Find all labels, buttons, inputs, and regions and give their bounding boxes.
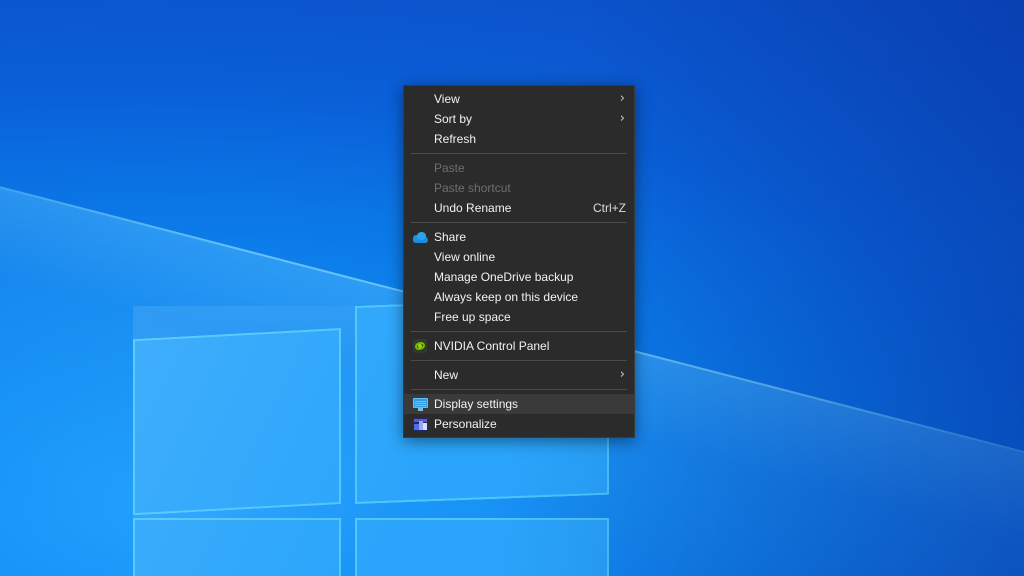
menu-item-icon-placeholder	[412, 91, 428, 107]
nvidia-icon	[412, 338, 428, 354]
chevron-right-icon: ›	[619, 367, 625, 382]
menu-item-label: Free up space	[434, 310, 511, 324]
menu-item-manage-onedrive-backup[interactable]: Manage OneDrive backup	[404, 267, 634, 287]
menu-item-label: Share	[434, 230, 467, 244]
personalize-icon	[412, 416, 428, 432]
menu-separator	[411, 153, 627, 154]
menu-item-share[interactable]: Share	[404, 227, 634, 247]
menu-item-label: Manage OneDrive backup	[434, 270, 574, 284]
menu-item-icon-placeholder	[412, 249, 428, 265]
menu-item-icon-placeholder	[412, 160, 428, 176]
menu-item-label: Undo Rename	[434, 201, 512, 215]
menu-item-display-settings[interactable]: Display settings	[404, 394, 634, 414]
menu-item-label: Sort by	[434, 112, 473, 126]
menu-item-icon-placeholder	[412, 131, 428, 147]
menu-item-undo-rename[interactable]: Undo Rename Ctrl+Z	[404, 198, 634, 218]
menu-item-label: View online	[434, 250, 496, 264]
menu-item-icon-placeholder	[412, 269, 428, 285]
menu-item-sort-by[interactable]: Sort by ›	[404, 109, 634, 129]
menu-item-new[interactable]: New ›	[404, 365, 634, 385]
menu-separator	[411, 360, 627, 361]
menu-separator	[411, 222, 627, 223]
menu-item-nvidia-control-panel[interactable]: NVIDIA Control Panel	[404, 336, 634, 356]
onedrive-cloud-icon	[412, 229, 428, 245]
menu-item-personalize[interactable]: Personalize	[404, 414, 634, 434]
menu-separator	[411, 389, 627, 390]
menu-item-label: NVIDIA Control Panel	[434, 339, 550, 353]
menu-item-icon-placeholder	[412, 200, 428, 216]
menu-separator	[411, 331, 627, 332]
monitor-icon	[412, 396, 428, 412]
menu-item-icon-placeholder	[412, 111, 428, 127]
menu-item-icon-placeholder	[412, 367, 428, 383]
menu-item-shortcut: Ctrl+Z	[593, 201, 626, 215]
menu-item-icon-placeholder	[412, 309, 428, 325]
chevron-right-icon: ›	[619, 111, 625, 126]
menu-item-label: Personalize	[434, 417, 497, 431]
menu-item-paste: Paste	[404, 158, 634, 178]
menu-item-icon-placeholder	[412, 289, 428, 305]
menu-item-icon-placeholder	[412, 180, 428, 196]
menu-item-label: Always keep on this device	[434, 290, 579, 304]
menu-item-view-online[interactable]: View online	[404, 247, 634, 267]
menu-item-free-up-space[interactable]: Free up space	[404, 307, 634, 327]
menu-item-label: Display settings	[434, 397, 519, 411]
menu-item-label: New	[434, 368, 459, 382]
menu-item-refresh[interactable]: Refresh	[404, 129, 634, 149]
menu-item-label: Paste	[434, 161, 465, 175]
menu-item-paste-shortcut: Paste shortcut	[404, 178, 634, 198]
chevron-right-icon: ›	[619, 91, 625, 106]
menu-item-label: Paste shortcut	[434, 181, 511, 195]
menu-item-label: View	[434, 92, 460, 106]
desktop-screen: View › Sort by › Refresh Paste Paste shortcut U…	[0, 0, 1024, 576]
menu-item-always-keep-on-this-device[interactable]: Always keep on this device	[404, 287, 634, 307]
menu-item-label: Refresh	[434, 132, 477, 146]
menu-item-view[interactable]: View ›	[404, 89, 634, 109]
desktop-context-menu[interactable]: View › Sort by › Refresh Paste Paste shortcut U…	[403, 85, 635, 438]
